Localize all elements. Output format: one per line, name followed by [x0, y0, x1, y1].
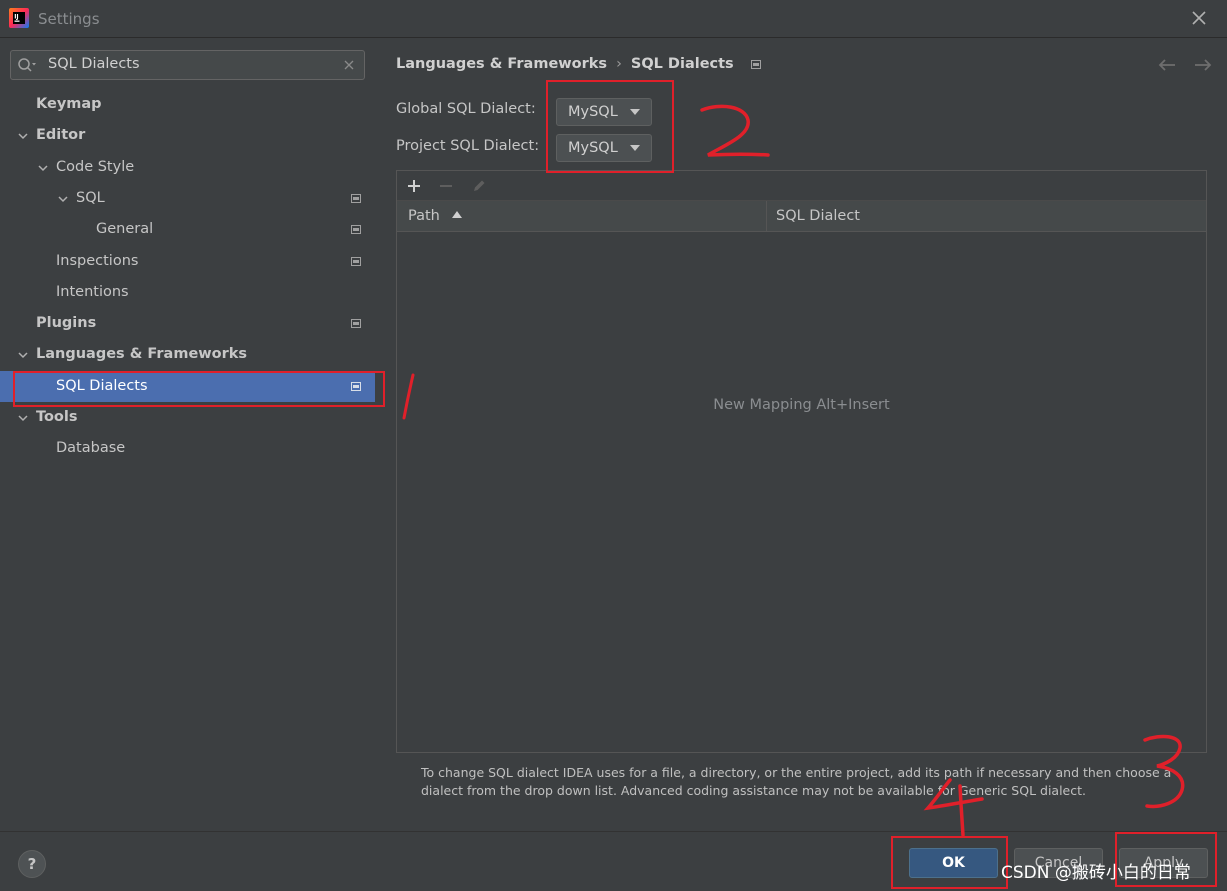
tree-item-label: Plugins	[36, 315, 97, 332]
column-header-path[interactable]: Path	[408, 201, 463, 232]
search-icon	[18, 58, 36, 72]
chevron-down-icon[interactable]	[18, 131, 28, 141]
tree-item-label: Intentions	[56, 283, 129, 300]
breadcrumb-separator: ›	[616, 56, 622, 72]
breadcrumb-parent[interactable]: Languages & Frameworks	[396, 56, 607, 72]
project-level-icon	[750, 59, 761, 69]
dialect-mapping-table: Path SQL Dialect New Mapping Alt+Insert	[396, 170, 1207, 753]
tree-item-label: Languages & Frameworks	[36, 346, 248, 363]
project-level-icon	[351, 225, 361, 235]
help-button[interactable]: ?	[18, 850, 46, 878]
window-title: Settings	[38, 10, 100, 28]
svg-text:IJ: IJ	[14, 14, 18, 21]
chevron-down-icon[interactable]	[58, 194, 68, 204]
column-divider[interactable]	[766, 201, 767, 232]
breadcrumb: Languages & Frameworks › SQL Dialects	[396, 56, 761, 72]
tree-item-label: Keymap	[36, 96, 102, 112]
tree-item-editor[interactable]: Editor	[0, 120, 375, 151]
intellij-app-icon: IJ	[9, 8, 29, 28]
table-toolbar	[397, 171, 1206, 201]
tree-item-label: Database	[56, 440, 126, 457]
project-dialect-label: Project SQL Dialect:	[396, 138, 540, 154]
settings-sidebar: SQL Dialects Keymap Editor Code Style SQL Ge…	[0, 39, 375, 831]
annotation-box-sql-dialects	[13, 371, 385, 407]
tree-item-label: General	[96, 221, 154, 238]
remove-icon[interactable]	[438, 178, 454, 194]
help-description: To change SQL dialect IDEA uses for a fi…	[421, 765, 1172, 798]
tree-item-plugins[interactable]: Plugins	[0, 308, 375, 339]
close-icon[interactable]	[1191, 10, 1207, 26]
history-nav-arrows[interactable]	[1157, 57, 1213, 73]
annotation-box-dialect-combos	[546, 80, 674, 173]
back-arrow-icon	[1158, 59, 1175, 71]
title-bar: IJ Settings	[0, 0, 1227, 38]
table-header: Path SQL Dialect	[397, 201, 1206, 232]
edit-icon[interactable]	[471, 178, 487, 194]
project-level-icon	[351, 319, 361, 329]
tree-item-code-style[interactable]: Code Style	[0, 152, 375, 183]
sort-ascending-icon	[452, 211, 463, 218]
search-value: SQL Dialects	[48, 56, 140, 72]
project-level-icon	[351, 256, 361, 266]
tree-item-label: Inspections	[56, 252, 139, 269]
tree-item-label: Code Style	[56, 158, 135, 175]
settings-search-input[interactable]: SQL Dialects	[10, 50, 365, 80]
chevron-down-icon[interactable]	[38, 163, 48, 173]
global-dialect-label: Global SQL Dialect:	[396, 101, 536, 117]
annotation-box-ok	[891, 836, 1008, 889]
project-level-icon	[351, 193, 361, 203]
tree-item-inspections[interactable]: Inspections	[0, 246, 375, 277]
add-icon[interactable]	[406, 178, 422, 194]
column-header-sql-dialect[interactable]: SQL Dialect	[776, 201, 860, 232]
forward-arrow-icon	[1195, 59, 1212, 71]
tree-item-label: Editor	[36, 127, 86, 144]
tree-item-keymap[interactable]: Keymap	[0, 89, 375, 120]
clear-search-icon[interactable]	[343, 59, 355, 71]
watermark: CSDN @搬砖小白的日常	[1001, 863, 1191, 883]
chevron-down-icon[interactable]	[18, 413, 28, 423]
tree-item-database[interactable]: Database	[0, 433, 375, 464]
breadcrumb-current: SQL Dialects	[630, 56, 734, 72]
empty-table-text[interactable]: New Mapping Alt+Insert	[397, 397, 1206, 413]
tree-item-languages-frameworks[interactable]: Languages & Frameworks	[0, 339, 375, 370]
chevron-down-icon[interactable]	[18, 350, 28, 360]
tree-item-intentions[interactable]: Intentions	[0, 277, 375, 308]
tree-item-sql[interactable]: SQL	[0, 183, 375, 214]
tree-item-general[interactable]: General	[0, 214, 375, 245]
tree-item-label: SQL	[76, 189, 105, 206]
settings-content: Languages & Frameworks › SQL Dialects Glob…	[375, 39, 1227, 831]
